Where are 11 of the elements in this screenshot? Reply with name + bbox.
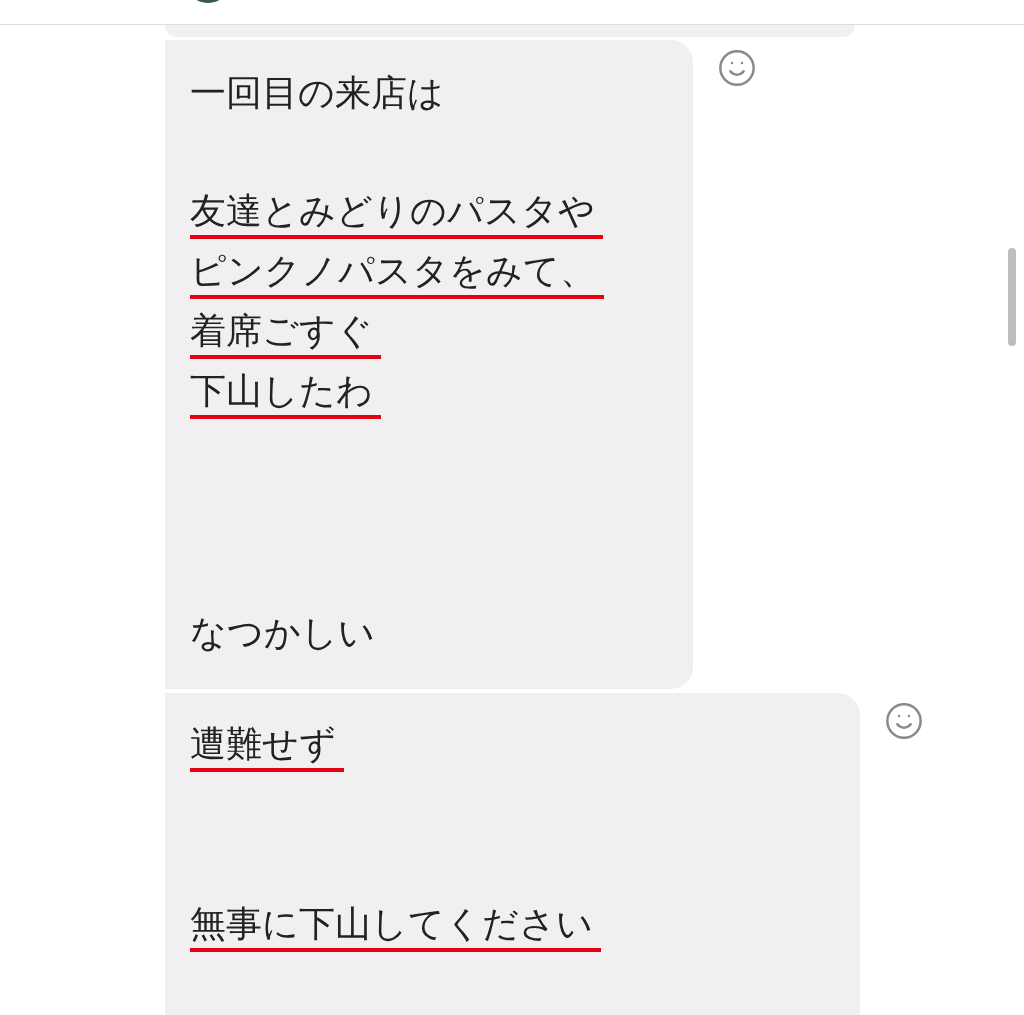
smiley-icon[interactable]: [884, 701, 924, 741]
message-text: ピンクノパスタをみて、: [190, 247, 604, 299]
message-text: なつかしい: [190, 611, 375, 655]
smiley-icon[interactable]: [717, 48, 757, 88]
message-text: 遭難せず: [190, 720, 344, 772]
scrollbar[interactable]: [1008, 248, 1016, 346]
message-text: 一回目の来店は: [190, 71, 444, 115]
message-text: 友達とみどりのパスタや: [190, 187, 603, 239]
message-text: 着席ごすぐ: [190, 307, 381, 359]
message-text: 無事に下山してください: [190, 900, 601, 952]
message-text: 下山したわ: [190, 367, 381, 419]
